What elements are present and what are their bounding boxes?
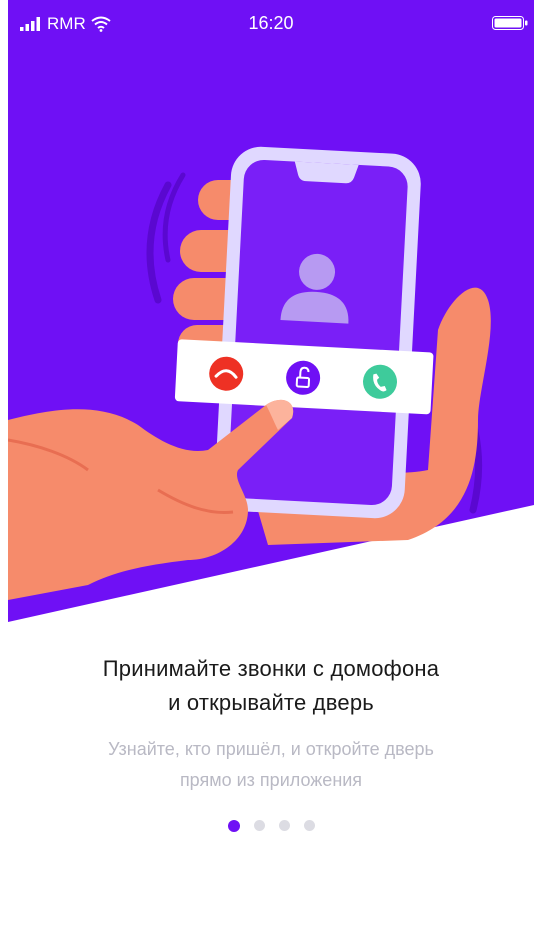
hero-illustration <box>8 0 534 622</box>
phone-illustration <box>214 146 421 519</box>
onboarding-content: Принимайте звонки с домофона и открывайт… <box>8 640 534 832</box>
title-line-1: Принимайте звонки с домофона <box>102 656 440 681</box>
status-time: 16:20 <box>248 13 294 33</box>
page-indicator[interactable] <box>8 820 534 832</box>
battery-full-icon <box>492 16 528 30</box>
page-dot[interactable] <box>303 820 315 831</box>
title-line-2: и открывайте дверь <box>168 690 374 715</box>
subtitle-line-1: Узнайте, кто пришёл, и откройте дверь <box>108 739 434 759</box>
page-dot-active[interactable] <box>227 820 240 832</box>
page-dot[interactable] <box>278 820 290 831</box>
onboarding-subtitle: Узнайте, кто пришёл, и откройте дверь пр… <box>8 734 534 796</box>
subtitle-line-2: прямо из приложения <box>179 770 363 790</box>
onboarding-title: Принимайте звонки с домофона и открывайт… <box>8 652 534 720</box>
page-dot[interactable] <box>253 820 265 831</box>
onboarding-screen: RMR 16:20 Принимайте звонки с домофона и… <box>0 0 534 950</box>
status-bar: RMR 16:20 <box>8 0 534 44</box>
